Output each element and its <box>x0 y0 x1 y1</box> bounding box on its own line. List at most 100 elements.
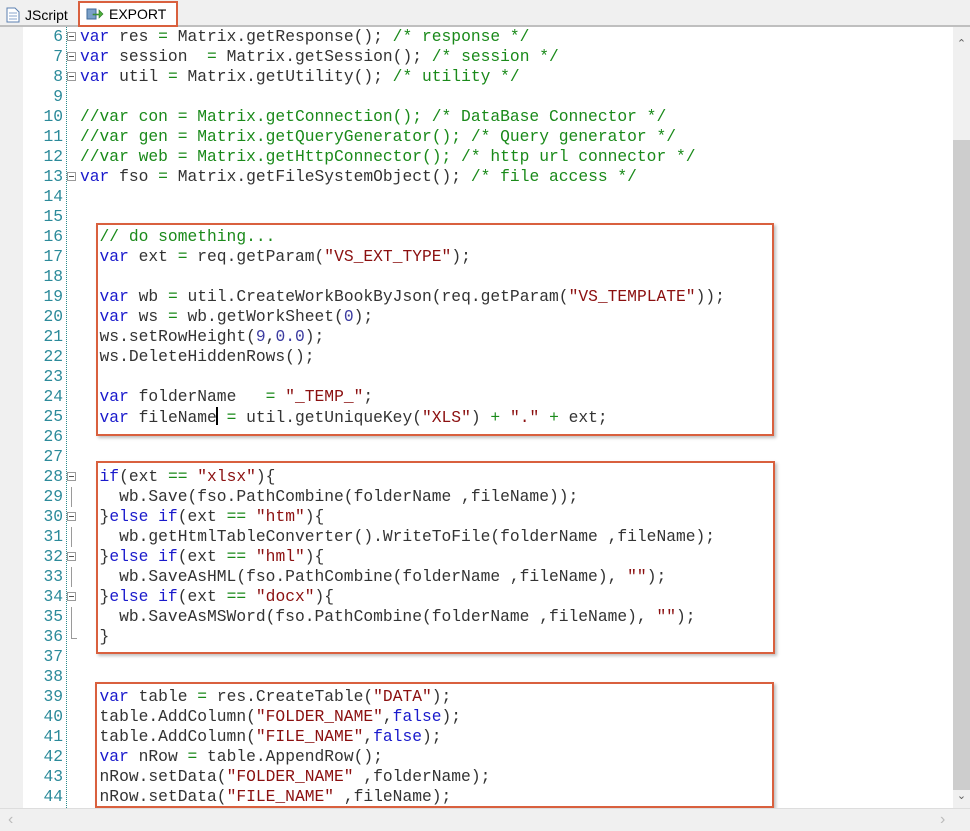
code-token: util <box>109 67 168 86</box>
string-token: "htm" <box>255 507 305 526</box>
code-token: wb <box>128 287 168 306</box>
line-number: 22 <box>43 347 63 366</box>
code-token: ); <box>304 327 325 346</box>
code-line[interactable]: 30 }else if(ext == "htm"){ <box>0 507 953 527</box>
string-token: "docx" <box>255 587 315 606</box>
operator-token: = <box>167 287 178 306</box>
code-token: } <box>80 587 110 606</box>
code-line[interactable]: 14 <box>0 187 953 207</box>
code-line[interactable]: 16 // do something... <box>0 227 953 247</box>
line-number: 19 <box>43 287 63 306</box>
code-token: ws <box>128 307 168 326</box>
line-number: 25 <box>43 407 63 426</box>
tab-label: EXPORT <box>109 6 167 22</box>
code-line[interactable]: 25 var fileName = util.getUniqueKey("XLS… <box>0 407 953 427</box>
code-line[interactable]: 22 ws.DeleteHiddenRows(); <box>0 347 953 367</box>
line-number: 11 <box>43 127 63 146</box>
code-text: wb.Save(fso.PathCombine(folderName ,file… <box>80 487 578 507</box>
code-text: table.AddColumn("FOLDER_NAME",false); <box>80 707 462 727</box>
keyword-token: var <box>80 307 129 326</box>
code-line[interactable]: 12 //var web = Matrix.getHttpConnector();… <box>0 147 953 167</box>
scroll-right-icon[interactable]: › <box>940 811 945 829</box>
line-number: 32 <box>43 547 63 566</box>
code-line[interactable]: 38 <box>0 667 953 687</box>
code-line[interactable]: 15 <box>0 207 953 227</box>
scroll-up-icon[interactable]: ⌃ <box>953 37 970 50</box>
code-line[interactable]: 33 wb.SaveAsHML(fso.PathCombine(folderNa… <box>0 567 953 587</box>
fold-collapse-icon[interactable] <box>67 512 76 521</box>
tab-jscript[interactable]: JScript <box>6 4 68 26</box>
string-token: "" <box>656 607 676 626</box>
code-line[interactable]: 27 <box>0 447 953 467</box>
code-line[interactable]: 24 var folderName = "_TEMP_"; <box>0 387 953 407</box>
string-token: "" <box>627 567 647 586</box>
code-line[interactable]: 17 var ext = req.getParam("VS_EXT_TYPE")… <box>0 247 953 267</box>
code-line[interactable]: 23 <box>0 367 953 387</box>
code-line[interactable]: 8 var util = Matrix.getUtility(); /* util… <box>0 67 953 87</box>
fold-collapse-icon[interactable] <box>67 52 76 61</box>
string-token: "xlsx" <box>197 467 256 486</box>
line-number: 14 <box>43 187 63 206</box>
code-line[interactable]: 44 nRow.setData("FILE_NAME" ,fileName); <box>0 787 953 807</box>
code-token: ws.setRowHeight( <box>80 327 256 346</box>
code-line[interactable]: 43 nRow.setData("FOLDER_NAME" ,folderNam… <box>0 767 953 787</box>
code-line[interactable]: 26 <box>0 427 953 447</box>
scroll-left-icon[interactable]: ‹ <box>8 811 13 829</box>
line-number: 30 <box>43 507 63 526</box>
code-line[interactable]: 10 //var con = Matrix.getConnection(); /*… <box>0 107 953 127</box>
code-line[interactable]: 41 table.AddColumn("FILE_NAME",false); <box>0 727 953 747</box>
code-line[interactable]: 19 var wb = util.CreateWorkBookByJson(re… <box>0 287 953 307</box>
code-line[interactable]: 36 } <box>0 627 953 647</box>
code-line[interactable]: 32 }else if(ext == "hml"){ <box>0 547 953 567</box>
fold-collapse-icon[interactable] <box>67 472 76 481</box>
code-line[interactable]: 34 }else if(ext == "docx"){ <box>0 587 953 607</box>
code-line[interactable]: 35 wb.SaveAsMSWord(fso.PathCombine(folde… <box>0 607 953 627</box>
code-line[interactable]: 37 <box>0 647 953 667</box>
keyword-token: var <box>80 687 129 706</box>
code-line[interactable]: 11 //var gen = Matrix.getQueryGenerator()… <box>0 127 953 147</box>
code-line[interactable]: 29 wb.Save(fso.PathCombine(folderName ,f… <box>0 487 953 507</box>
keyword-token: var <box>80 408 129 427</box>
operator-token: = <box>158 167 168 186</box>
scrollbar-thumb[interactable] <box>953 140 970 790</box>
code-line[interactable]: 21 ws.setRowHeight(9,0.0); <box>0 327 953 347</box>
code-line[interactable]: 20 var ws = wb.getWorkSheet(0); <box>0 307 953 327</box>
code-line[interactable]: 6 var res = Matrix.getResponse(); /* resp… <box>0 27 953 47</box>
line-number: 24 <box>43 387 63 406</box>
keyword-token: if <box>80 467 120 486</box>
operator-token: = <box>167 307 178 326</box>
code-line[interactable]: 9 <box>0 87 953 107</box>
code-line[interactable]: 40 table.AddColumn("FOLDER_NAME",false); <box>0 707 953 727</box>
operator-token: = <box>207 47 217 66</box>
code-line[interactable]: 7 var session = Matrix.getSession(); /* s… <box>0 47 953 67</box>
horizontal-scrollbar[interactable]: ‹ › <box>0 808 970 831</box>
code-text: wb.getHtmlTableConverter().WriteToFile(f… <box>80 527 715 547</box>
code-token: nRow.setData( <box>80 767 227 786</box>
fold-collapse-icon[interactable] <box>67 72 76 81</box>
operator-token: = <box>187 747 198 766</box>
fold-collapse-icon[interactable] <box>67 552 76 561</box>
code-line[interactable]: 13 var fso = Matrix.getFileSystemObject()… <box>0 167 953 187</box>
code-token: ); <box>676 607 696 626</box>
code-line[interactable]: 42 var nRow = table.AppendRow(); <box>0 747 953 767</box>
scroll-down-icon[interactable]: ⌄ <box>953 789 970 802</box>
code-token: } <box>80 507 110 526</box>
fold-collapse-icon[interactable] <box>67 592 76 601</box>
code-line[interactable]: 31 wb.getHtmlTableConverter().WriteToFil… <box>0 527 953 547</box>
fold-collapse-icon[interactable] <box>67 32 76 41</box>
code-line[interactable]: 28 if(ext == "xlsx"){ <box>0 467 953 487</box>
code-token: ,folderName); <box>353 767 491 786</box>
code-text: var session = Matrix.getSession(); /* se… <box>80 47 559 67</box>
code-editor[interactable]: 6 var res = Matrix.getResponse(); /* resp… <box>0 27 953 808</box>
code-token: (ext <box>119 467 168 486</box>
vertical-scrollbar[interactable]: ⌃ ⌄ <box>953 27 970 808</box>
code-token: ){ <box>255 467 276 486</box>
line-number: 13 <box>43 167 63 186</box>
code-line[interactable]: 39 var table = res.CreateTable("DATA"); <box>0 687 953 707</box>
code-token: Matrix.getResponse(); <box>167 27 393 46</box>
tab-export[interactable]: EXPORT <box>78 1 179 27</box>
code-line[interactable]: 18 <box>0 267 953 287</box>
fold-collapse-icon[interactable] <box>67 172 76 181</box>
